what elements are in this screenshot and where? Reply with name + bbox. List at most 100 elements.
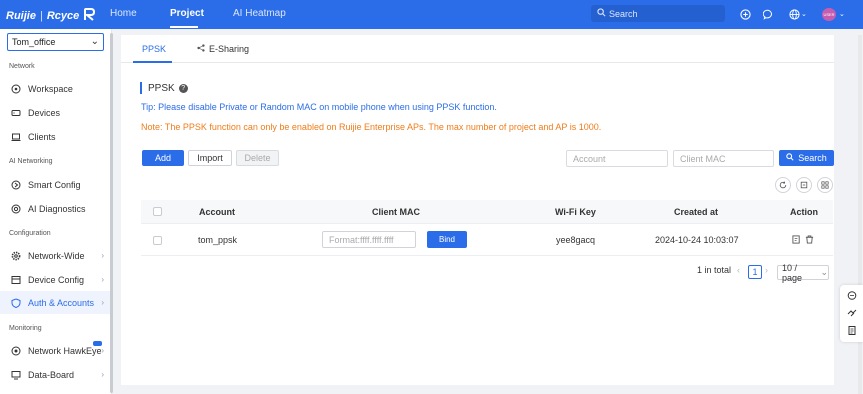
- edit-icon[interactable]: [791, 234, 801, 244]
- sidebar-item-device-config[interactable]: Device Config ›: [0, 268, 110, 291]
- tab-e-sharing[interactable]: E-Sharing: [197, 44, 249, 54]
- chevron-down-icon[interactable]: ⌄: [839, 10, 845, 18]
- sidebar-item-smart-config[interactable]: Smart Config: [0, 173, 110, 196]
- account-search-input[interactable]: Account: [566, 150, 668, 167]
- column-settings-icon[interactable]: [817, 177, 833, 193]
- chevron-right-icon[interactable]: ›: [765, 265, 768, 275]
- sidebar-item-clients[interactable]: Clients: [0, 125, 110, 148]
- floating-toolbar: [840, 285, 863, 342]
- section-title-ai-networking: AI Networking: [9, 158, 53, 165]
- brand-mark-icon: [83, 8, 97, 24]
- device-icon: [10, 107, 21, 118]
- nav-project[interactable]: Project: [170, 8, 204, 19]
- chevron-right-icon: ›: [101, 346, 104, 355]
- laptop-icon: [10, 131, 21, 142]
- sidebar-item-workspace[interactable]: Workspace: [0, 77, 110, 100]
- chevron-left-icon[interactable]: ‹: [737, 265, 740, 275]
- page-title: PPSK: [148, 82, 175, 94]
- shield-icon: [10, 297, 21, 308]
- chevron-down-icon[interactable]: ⌄: [801, 10, 807, 18]
- sidebar-scrollbar[interactable]: [110, 33, 113, 393]
- sidebar-item-ai-diagnostics[interactable]: AI Diagnostics: [0, 197, 110, 220]
- smart-config-icon: [10, 179, 21, 190]
- column-header-action: Action: [790, 207, 818, 217]
- chevron-down-icon: ⌄: [820, 267, 828, 277]
- page-size-value: 10 / page: [782, 262, 803, 283]
- diagnostics-icon: [10, 203, 21, 214]
- sidebar-item-auth-accounts[interactable]: Auth & Accounts ›: [0, 291, 110, 314]
- message-icon[interactable]: [762, 8, 774, 20]
- nav-active-indicator: [170, 26, 198, 28]
- column-header-account: Account: [199, 207, 235, 217]
- nav-ai-heatmap[interactable]: AI Heatmap: [233, 8, 286, 19]
- client-mac-input[interactable]: Format:ffff.ffff.ffff: [322, 231, 416, 248]
- handshake-icon[interactable]: [846, 307, 857, 318]
- pagination-total: 1 in total: [697, 265, 732, 275]
- sidebar-item-label: Smart Config: [28, 179, 81, 190]
- import-button[interactable]: Import: [188, 150, 232, 166]
- avatar[interactable]: USER: [822, 8, 836, 21]
- chevron-right-icon: ›: [101, 298, 104, 307]
- bind-button[interactable]: Bind: [427, 231, 467, 248]
- chevron-right-icon: ›: [101, 251, 104, 260]
- section-title-network: Network: [9, 63, 35, 70]
- row-checkbox[interactable]: [153, 236, 162, 245]
- nav-home[interactable]: Home: [110, 8, 137, 19]
- chat-icon[interactable]: [846, 290, 857, 301]
- sidebar-item-label: Data-Board: [28, 369, 75, 380]
- help-icon[interactable]: ?: [178, 83, 188, 93]
- tab-bar: PPSK E-Sharing: [121, 35, 834, 63]
- clipboard-icon[interactable]: [846, 324, 857, 335]
- chevron-right-icon: ›: [101, 370, 104, 379]
- gear-icon: [10, 250, 21, 261]
- search-button[interactable]: Search: [779, 150, 834, 166]
- tab-active-indicator: [133, 61, 172, 63]
- table-row: tom_ppsk Format:ffff.ffff.ffff Bind yee8…: [141, 225, 833, 256]
- share-icon: [197, 44, 205, 54]
- refresh-icon[interactable]: [775, 177, 791, 193]
- cell-created-at: 2024-10-24 10:03:07: [655, 235, 739, 245]
- sidebar-item-label: Auth & Accounts: [28, 297, 95, 308]
- monitor-icon: [10, 369, 21, 380]
- device-config-icon: [10, 274, 21, 285]
- sidebar-item-label: Network HawkEye: [28, 345, 102, 356]
- brand-separator: |: [39, 10, 43, 22]
- select-all-checkbox[interactable]: [153, 207, 162, 216]
- client-mac-search-input[interactable]: Client MAC: [673, 150, 774, 167]
- column-header-client-mac: Client MAC: [372, 207, 420, 217]
- sidebar-item-label: Device Config: [28, 274, 85, 285]
- table-header: Account Client MAC Wi-Fi Key Created at …: [141, 200, 833, 224]
- sidebar: Tom_office ⌄ Network Workspace Devices C…: [0, 29, 112, 394]
- tab-ppsk[interactable]: PPSK: [142, 44, 166, 54]
- sidebar-item-network-hawkeye[interactable]: Network HawkEye ›: [0, 339, 110, 362]
- site-selector-value: Tom_office: [12, 37, 56, 47]
- tip-text: Tip: Please disable Private or Random MA…: [141, 102, 497, 112]
- sidebar-item-label: Devices: [28, 107, 61, 118]
- sidebar-item-data-board[interactable]: Data-Board ›: [0, 363, 110, 386]
- sidebar-item-label: Workspace: [28, 83, 73, 94]
- pagination-page[interactable]: 1: [748, 265, 762, 279]
- export-icon[interactable]: [796, 177, 812, 193]
- sidebar-item-network-wide[interactable]: Network-Wide ›: [0, 244, 110, 267]
- tab-e-sharing-label: E-Sharing: [209, 44, 250, 54]
- sidebar-item-devices[interactable]: Devices: [0, 101, 110, 124]
- column-header-wifi-key: Wi-Fi Key: [555, 207, 596, 217]
- site-selector[interactable]: Tom_office ⌄: [7, 33, 104, 51]
- delete-icon[interactable]: [804, 234, 814, 244]
- note-text: Note: The PPSK function can only be enab…: [141, 122, 602, 132]
- cell-account: tom_ppsk: [198, 235, 238, 245]
- delete-button[interactable]: Delete: [236, 150, 279, 166]
- brand-name: Ruijie: [6, 10, 36, 22]
- section-title-configuration: Configuration: [9, 230, 51, 237]
- global-search-input[interactable]: Search: [591, 5, 725, 22]
- column-header-created-at: Created at: [674, 207, 719, 217]
- search-icon: [597, 8, 606, 19]
- brand-logo[interactable]: Ruijie | Rcyce: [6, 8, 97, 24]
- add-circle-icon[interactable]: [739, 8, 751, 20]
- page-size-select[interactable]: 10 / page ⌄: [777, 262, 829, 283]
- compass-icon: [10, 83, 21, 94]
- add-button[interactable]: Add: [142, 150, 184, 166]
- globe-icon[interactable]: [788, 8, 800, 20]
- main-panel: PPSK E-Sharing PPSK ? Tip: Please disabl…: [121, 35, 834, 385]
- sidebar-item-label: Clients: [28, 131, 56, 142]
